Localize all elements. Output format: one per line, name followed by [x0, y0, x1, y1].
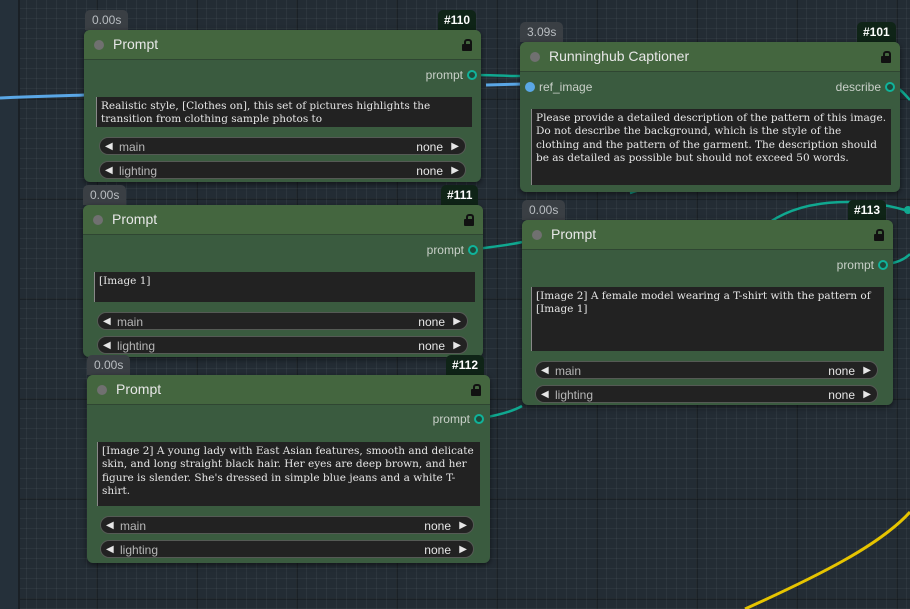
decrement-arrow-icon[interactable]: ◀: [541, 386, 549, 404]
increment-arrow-icon[interactable]: ▶: [459, 541, 467, 559]
node-title: Prompt: [116, 381, 162, 397]
prompt-textarea[interactable]: [Image 2] A female model wearing a T-shi…: [531, 287, 884, 351]
lock-icon[interactable]: [462, 39, 472, 51]
node-112-id-badge: #112: [446, 355, 485, 375]
output-socket-prompt[interactable]: [468, 245, 478, 255]
lock-icon[interactable]: [464, 214, 474, 226]
output-socket-prompt[interactable]: [467, 70, 477, 80]
link-image-into-captioner-2: [485, 82, 525, 87]
increment-arrow-icon[interactable]: ▶: [451, 162, 459, 180]
combo-value: none: [828, 364, 855, 378]
decrement-arrow-icon[interactable]: ◀: [105, 162, 113, 180]
node-111-prompt[interactable]: Prompt prompt [Image 1] ◀ main none ▶ ◀ …: [83, 205, 483, 357]
decrement-arrow-icon[interactable]: ◀: [106, 517, 114, 535]
link-yellow: [744, 510, 910, 609]
status-dot: [94, 40, 104, 50]
right-edge-socket: [904, 206, 910, 214]
lock-icon[interactable]: [874, 229, 884, 241]
node-graph-canvas[interactable]: 0.00s #110 Prompt prompt Realistic style…: [0, 0, 910, 609]
increment-arrow-icon[interactable]: ▶: [459, 517, 467, 535]
prompt-textarea[interactable]: [Image 1]: [94, 272, 475, 302]
prompt-textarea[interactable]: Realistic style, [Clothes on], this set …: [96, 97, 472, 127]
combo-lighting[interactable]: ◀ lighting none ▶: [99, 161, 466, 179]
status-dot: [97, 385, 107, 395]
combo-lighting[interactable]: ◀ lighting none ▶: [100, 540, 474, 558]
input-socket-ref-image[interactable]: [525, 82, 535, 92]
output-label-prompt: prompt: [425, 68, 463, 82]
combo-value: none: [424, 543, 451, 557]
combo-main[interactable]: ◀ main none ▶: [97, 312, 468, 330]
status-dot: [93, 215, 103, 225]
combo-label: lighting: [117, 339, 156, 353]
decrement-arrow-icon[interactable]: ◀: [105, 138, 113, 156]
combo-lighting[interactable]: ◀ lighting none ▶: [97, 336, 468, 354]
combo-main[interactable]: ◀ main none ▶: [99, 137, 466, 155]
combo-value: none: [416, 164, 443, 178]
node-101-id-badge: #101: [857, 22, 896, 42]
node-112-header[interactable]: Prompt: [87, 375, 490, 405]
combo-label: main: [555, 364, 582, 378]
combo-main[interactable]: ◀ main none ▶: [100, 516, 474, 534]
combo-value: none: [828, 388, 855, 402]
combo-label: lighting: [119, 164, 158, 178]
decrement-arrow-icon[interactable]: ◀: [541, 362, 549, 380]
status-dot: [532, 230, 542, 240]
node-111-timing: 0.00s: [83, 185, 127, 205]
combo-label: main: [117, 315, 144, 329]
decrement-arrow-icon[interactable]: ◀: [103, 337, 111, 355]
node-112-prompt[interactable]: Prompt prompt [Image 2] A young lady wit…: [87, 375, 490, 563]
output-socket-prompt[interactable]: [474, 414, 484, 424]
increment-arrow-icon[interactable]: ▶: [863, 362, 871, 380]
link-image-into-captioner: [0, 93, 85, 100]
node-101-header[interactable]: Runninghub Captioner: [520, 42, 900, 72]
node-113-prompt[interactable]: Prompt prompt [Image 2] A female model w…: [522, 220, 893, 405]
decrement-arrow-icon[interactable]: ◀: [103, 313, 111, 331]
input-label-ref-image: ref_image: [539, 80, 593, 94]
combo-value: none: [418, 315, 445, 329]
node-112-timing: 0.00s: [87, 355, 131, 375]
status-dot: [530, 52, 540, 62]
lock-icon[interactable]: [471, 384, 481, 396]
node-111-header[interactable]: Prompt: [83, 205, 483, 235]
combo-label: main: [120, 519, 147, 533]
increment-arrow-icon[interactable]: ▶: [453, 313, 461, 331]
node-110-prompt[interactable]: Prompt prompt Realistic style, [Clothes …: [84, 30, 481, 182]
combo-label: lighting: [555, 388, 594, 402]
output-label-prompt: prompt: [836, 258, 874, 272]
node-113-header[interactable]: Prompt: [522, 220, 893, 250]
node-101-captioner[interactable]: Runninghub Captioner ref_image describe …: [520, 42, 900, 192]
increment-arrow-icon[interactable]: ▶: [863, 386, 871, 404]
combo-lighting[interactable]: ◀ lighting none ▶: [535, 385, 878, 403]
lock-icon[interactable]: [881, 51, 891, 63]
combo-value: none: [424, 519, 451, 533]
node-101-timing: 3.09s: [520, 22, 564, 42]
combo-label: lighting: [120, 543, 159, 557]
node-110-id-badge: #110: [438, 10, 477, 30]
prompt-textarea[interactable]: [Image 2] A young lady with East Asian f…: [97, 442, 480, 506]
increment-arrow-icon[interactable]: ▶: [453, 337, 461, 355]
combo-value: none: [416, 140, 443, 154]
decrement-arrow-icon[interactable]: ◀: [106, 541, 114, 559]
output-socket-describe[interactable]: [885, 82, 895, 92]
combo-label: main: [119, 140, 146, 154]
output-label-prompt: prompt: [432, 412, 470, 426]
node-113-timing: 0.00s: [522, 200, 566, 220]
node-title: Prompt: [112, 211, 158, 227]
node-113-id-badge: #113: [848, 200, 887, 220]
combo-main[interactable]: ◀ main none ▶: [535, 361, 878, 379]
output-socket-prompt[interactable]: [878, 260, 888, 270]
output-label-describe: describe: [835, 80, 881, 94]
node-110-header[interactable]: Prompt: [84, 30, 481, 60]
node-title: Runninghub Captioner: [549, 48, 690, 64]
increment-arrow-icon[interactable]: ▶: [451, 138, 459, 156]
node-title: Prompt: [113, 36, 159, 52]
node-110-timing: 0.00s: [85, 10, 129, 30]
combo-value: none: [418, 339, 445, 353]
node-title: Prompt: [551, 226, 597, 242]
output-label-prompt: prompt: [426, 243, 464, 257]
caption-prompt-textarea[interactable]: Please provide a detailed description of…: [531, 109, 891, 185]
node-111-id-badge: #111: [441, 185, 479, 205]
